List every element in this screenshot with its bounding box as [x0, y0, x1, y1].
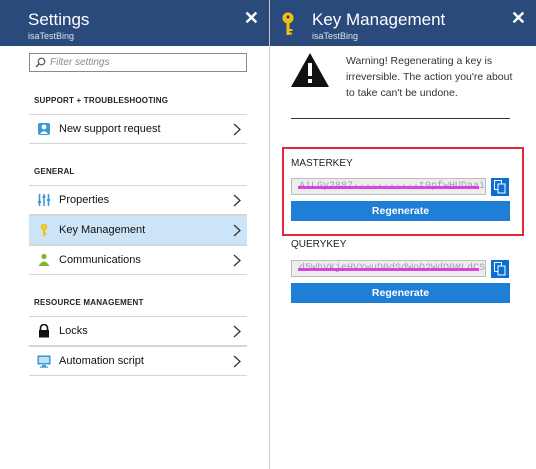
masterkey-value-field[interactable]: AiLGy2887···········t9pfwHUDaaiJdwSrWW — [291, 178, 486, 195]
menu-item-locks[interactable]: Locks — [29, 316, 247, 346]
copy-icon — [494, 262, 506, 276]
chevron-right-icon — [233, 224, 241, 237]
menu-item-label: Communications — [59, 254, 141, 266]
section-heading-resource-management: RESOURCE MANAGEMENT — [34, 298, 144, 307]
settings-subtitle: isaTestBing — [28, 31, 75, 41]
menu-item-properties[interactable]: Properties — [29, 185, 247, 215]
filter-settings-input[interactable] — [50, 55, 240, 70]
chevron-right-icon — [233, 123, 241, 136]
menu-item-label: Locks — [59, 325, 88, 337]
chevron-right-icon — [233, 254, 241, 267]
section-heading-support: SUPPORT + TROUBLESHOOTING — [34, 96, 169, 105]
properties-sliders-icon — [38, 194, 50, 206]
key-management-blade: Key Management isaTestBing ✕ Warning! Re… — [270, 0, 536, 469]
chevron-right-icon — [233, 194, 241, 207]
warning-text: Warning! Regenerating a key is irreversi… — [346, 55, 513, 99]
settings-header: Settings isaTestBing ✕ — [0, 0, 269, 46]
redaction-mark — [298, 268, 479, 271]
key-management-subtitle: isaTestBing — [312, 31, 359, 41]
key-management-close-icon[interactable]: ✕ — [511, 8, 526, 29]
querykey-regenerate-button[interactable]: Regenerate — [291, 283, 510, 303]
redaction-mark — [298, 186, 479, 189]
settings-close-icon[interactable]: ✕ — [244, 8, 259, 29]
automation-script-icon — [37, 355, 51, 368]
key-management-header: Key Management isaTestBing ✕ — [270, 0, 536, 46]
support-person-icon — [38, 123, 50, 135]
section-heading-general: GENERAL — [34, 167, 75, 176]
chevron-right-icon — [233, 325, 241, 338]
menu-item-label: Automation script — [59, 355, 144, 367]
copy-icon — [494, 180, 506, 194]
masterkey-copy-button[interactable] — [491, 178, 509, 196]
masterkey-label: MASTERKEY — [291, 158, 353, 169]
chevron-right-icon — [233, 355, 241, 368]
key-management-title: Key Management — [312, 10, 446, 29]
filter-settings-field[interactable] — [29, 53, 247, 72]
masterkey-regenerate-button[interactable]: Regenerate — [291, 201, 510, 221]
querykey-value-field[interactable]: d5WhVKjeHVYwuD0dSdWoD2WdD0MLdCS3DJ2 — [291, 260, 486, 277]
search-icon — [35, 57, 46, 68]
menu-item-new-support-request[interactable]: New support request — [29, 114, 247, 144]
warning-triangle-icon — [291, 53, 329, 87]
querykey-label: QUERYKEY — [291, 239, 347, 250]
menu-item-label: Properties — [59, 194, 110, 206]
key-icon — [282, 12, 294, 35]
settings-blade: Settings isaTestBing ✕ SUPPORT + TROUBLE… — [0, 0, 270, 469]
menu-item-automation-script[interactable]: Automation script — [29, 346, 247, 376]
menu-item-communications[interactable]: Communications — [29, 245, 247, 275]
key-icon — [40, 223, 48, 237]
divider — [291, 118, 510, 119]
menu-item-label: Key Management — [59, 224, 146, 236]
lock-icon — [39, 324, 49, 338]
settings-title: Settings — [28, 10, 90, 29]
menu-item-key-management[interactable]: Key Management — [29, 215, 247, 245]
querykey-copy-button[interactable] — [491, 260, 509, 278]
communications-people-icon — [38, 253, 50, 266]
menu-item-label: New support request — [59, 123, 161, 135]
